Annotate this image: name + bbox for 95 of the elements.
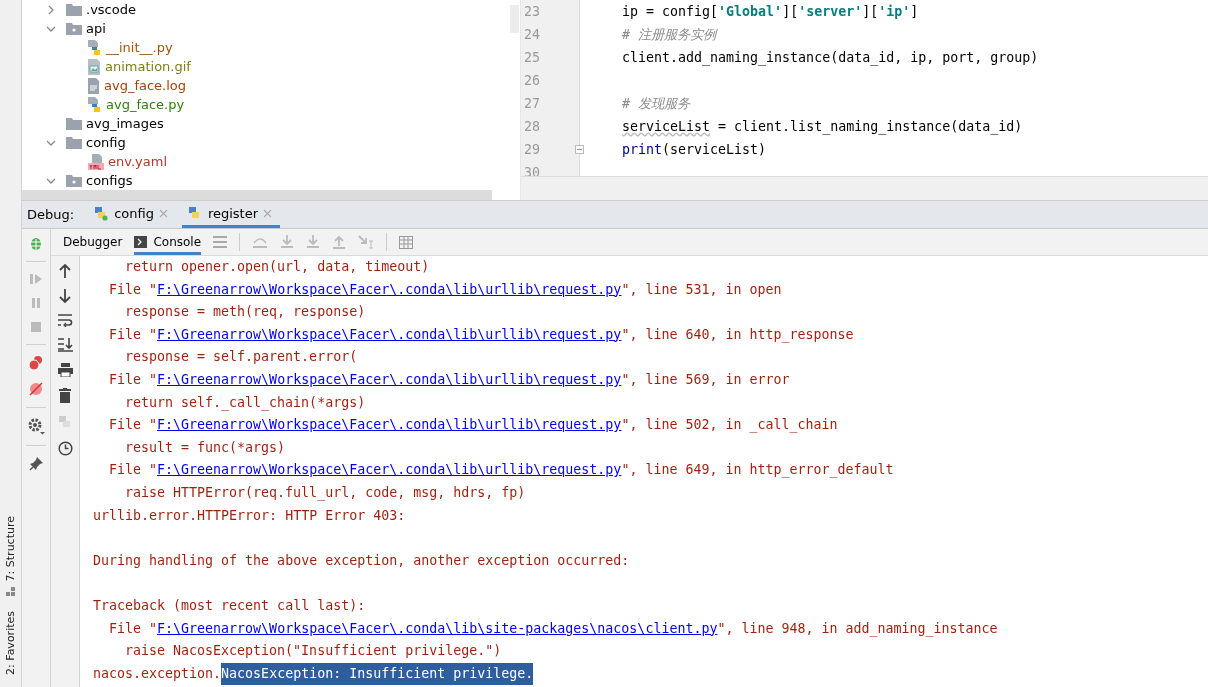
folder-icon xyxy=(66,174,82,187)
tree-item[interactable]: avg_images xyxy=(86,116,164,131)
tree-item[interactable]: animation.gif xyxy=(105,59,191,74)
console-line: result = func(*args) xyxy=(124,438,286,457)
menu-icon[interactable] xyxy=(213,236,228,248)
tree-item[interactable]: config xyxy=(86,135,126,150)
yaml-file-icon xyxy=(88,153,104,170)
fold-icon[interactable] xyxy=(575,145,584,154)
code-line: client.add_naming_instance(data_id, ip, port, group) xyxy=(622,50,1039,65)
tree-item[interactable]: __init__.py xyxy=(106,40,173,55)
line-number: 26 xyxy=(523,72,541,90)
arrow-up-icon[interactable] xyxy=(59,264,71,278)
debug-label: Debug: xyxy=(27,207,75,222)
line-number: 28 xyxy=(523,118,541,136)
mute-breakpoints-icon[interactable] xyxy=(28,381,44,397)
console-line: Traceback (most recent call last): xyxy=(93,596,366,615)
file-link[interactable]: F:\Greenarrow\Workspace\Facer\.conda\lib\urllib\request.py xyxy=(157,326,622,342)
python-file-icon xyxy=(88,39,102,56)
tree-item[interactable]: configs xyxy=(86,173,133,188)
line-number: 24 xyxy=(523,26,541,44)
chevron-right-icon[interactable] xyxy=(46,4,56,15)
console-line: urllib.error.HTTPError: HTTP Error 403: xyxy=(93,506,406,525)
resume-icon[interactable] xyxy=(29,272,43,286)
print-icon[interactable] xyxy=(57,363,73,377)
folder-icon xyxy=(66,3,82,16)
text-file-icon xyxy=(88,77,100,94)
side-tool-tab[interactable]: 7: Structure xyxy=(4,513,17,600)
stop-icon[interactable] xyxy=(29,320,43,334)
arrow-down-icon[interactable] xyxy=(59,289,71,303)
console-line: response = self.parent.error( xyxy=(124,348,358,367)
scrollbar-thumb[interactable] xyxy=(510,5,519,33)
line-number: 27 xyxy=(523,95,541,113)
console-line: File "F:\Greenarrow\Workspace\Facer\.conda\lib\urllib\request.py", line 531, in open xyxy=(108,280,782,299)
line-number: 23 xyxy=(523,3,541,21)
code-line: # 发现服务 xyxy=(622,96,690,111)
step-over-icon[interactable] xyxy=(252,235,269,249)
folder-icon xyxy=(66,117,82,130)
debug-tab[interactable]: config xyxy=(88,201,176,228)
step-into-icon[interactable] xyxy=(306,235,321,249)
code-line: # 注册服务实例 xyxy=(622,27,716,42)
tree-item[interactable]: avg_face.py xyxy=(106,97,185,112)
console-line: File "F:\Greenarrow\Workspace\Facer\.conda\lib\urllib\request.py", line 640, in http_response xyxy=(108,325,854,345)
run-to-cursor-icon[interactable] xyxy=(358,235,375,249)
step-into-icon[interactable] xyxy=(280,235,295,249)
trash-icon[interactable] xyxy=(59,388,71,403)
python-icon xyxy=(92,205,110,221)
scroll-to-end-icon[interactable] xyxy=(57,338,73,352)
console-line: return opener.open(url, data, timeout) xyxy=(124,258,430,276)
pause-icon[interactable] xyxy=(29,296,43,310)
console-line: return self._call_chain(*args) xyxy=(124,393,366,413)
file-link[interactable]: F:\Greenarrow\Workspace\Facer\.conda\lib\urllib\request.py xyxy=(157,371,622,387)
close-icon[interactable] xyxy=(158,208,168,218)
file-link[interactable]: F:\Greenarrow\Workspace\Facer\.conda\lib\urllib\request.py xyxy=(157,417,622,433)
table-icon[interactable] xyxy=(399,235,414,249)
tree-item[interactable]: avg_face.log xyxy=(104,78,187,93)
code-line: serviceList = client.list_naming_instance(data_id) xyxy=(622,119,1023,134)
console-line: raise NacosException("Insufficient privilege.") xyxy=(124,642,502,661)
structure-icon xyxy=(5,587,16,598)
bug-icon[interactable] xyxy=(28,235,44,251)
panel-tab[interactable]: Console xyxy=(134,229,202,255)
scrollbar[interactable] xyxy=(22,190,492,200)
code-line: ip = config['Global']['server']['ip'] xyxy=(622,4,919,19)
pin-icon[interactable] xyxy=(28,456,44,471)
breakpoints-icon[interactable] xyxy=(28,355,44,371)
folder-icon xyxy=(66,136,82,149)
settings-icon[interactable] xyxy=(27,418,45,435)
console-line: During handling of the above exception, another exception occurred: xyxy=(93,551,630,570)
console-line: File "F:\Greenarrow\Workspace\Facer\.conda\lib\site-packages\nacos\client.py", line 948, in add_naming_instance xyxy=(108,619,998,639)
image-file-icon xyxy=(88,58,101,75)
soft-wrap-icon[interactable] xyxy=(57,314,73,327)
close-icon[interactable] xyxy=(263,208,273,218)
selected-text: NacosException: Insufficient privilege. xyxy=(221,662,534,686)
console-line: nacos.exception. xyxy=(93,664,222,683)
python-icon[interactable] xyxy=(57,414,73,430)
file-link[interactable]: F:\Greenarrow\Workspace\Facer\.conda\lib\site-packages\nacos\client.py xyxy=(157,620,718,636)
step-out-icon[interactable] xyxy=(332,235,347,249)
code-line: print(serviceList) xyxy=(622,142,767,157)
folder-icon xyxy=(66,22,82,35)
line-number: 29 xyxy=(523,141,541,159)
line-number: 25 xyxy=(523,49,541,67)
console-icon xyxy=(134,236,148,248)
python-file-icon xyxy=(88,96,102,113)
console-line: response = meth(req, response) xyxy=(124,303,366,322)
tree-item[interactable]: .vscode xyxy=(86,2,136,17)
file-link[interactable]: F:\Greenarrow\Workspace\Facer\.conda\lib\urllib\request.py xyxy=(157,281,622,297)
console-line: File "F:\Greenarrow\Workspace\Facer\.conda\lib\urllib\request.py", line 569, in error xyxy=(108,370,790,389)
clock-icon[interactable] xyxy=(57,441,73,456)
tree-item[interactable]: api xyxy=(86,21,106,36)
panel-tab[interactable]: Debugger xyxy=(63,229,123,255)
console-line: File "F:\Greenarrow\Workspace\Facer\.conda\lib\urllib\request.py", line 649, in http_error_default xyxy=(108,461,894,480)
side-tool-tab[interactable]: 2: Favorites xyxy=(4,609,17,677)
console-line: raise HTTPError(req.full_url, code, msg, hdrs, fp) xyxy=(124,483,526,503)
file-link[interactable]: F:\Greenarrow\Workspace\Facer\.conda\lib\urllib\request.py xyxy=(157,462,622,478)
console-line: File "F:\Greenarrow\Workspace\Facer\.conda\lib\urllib\request.py", line 502, in _call_chain xyxy=(108,416,838,435)
tree-item[interactable]: env.yaml xyxy=(108,154,167,169)
